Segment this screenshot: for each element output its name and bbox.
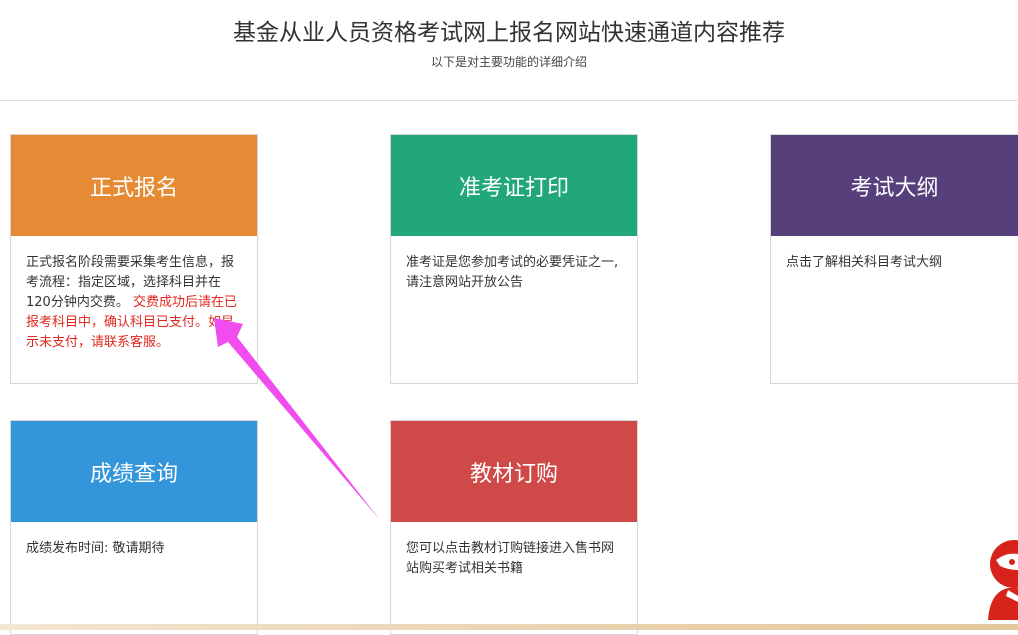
card-description-admission-ticket-print: 准考证是您参加考试的必要凭证之一,请注意网站开放公告 <box>406 255 619 290</box>
card-header-admission-ticket-print[interactable]: 准考证打印 <box>391 135 637 236</box>
card-formal-registration[interactable]: 正式报名 正式报名阶段需要采集考生信息，报考流程：指定区域，选择科目并在120分… <box>10 134 258 384</box>
card-score-inquiry[interactable]: 成绩查询 成绩发布时间: 敬请期待 <box>10 420 258 635</box>
card-title-textbook-order: 教材订购 <box>469 461 558 487</box>
card-title-formal-registration: 正式报名 <box>89 175 178 201</box>
card-admission-ticket-print[interactable]: 准考证打印 准考证是您参加考试的必要凭证之一,请注意网站开放公告 <box>390 134 638 384</box>
card-title-score-inquiry: 成绩查询 <box>89 461 178 487</box>
page-subtitle: 以下是对主要功能的详细介绍 <box>430 55 587 69</box>
card-title-exam-syllabus: 考试大纲 <box>850 175 939 201</box>
customer-service-icon <box>988 540 1018 620</box>
card-description-textbook-order: 您可以点击教材订购链接进入售书网站购买考试相关书籍 <box>406 541 615 576</box>
card-description-formal-registration: 正式报名阶段需要采集考生信息，报考流程：指定区域，选择科目并在120分钟内交费。… <box>11 236 257 353</box>
card-description-score-inquiry: 成绩发布时间: 敬请期待 <box>26 541 165 556</box>
card-header-formal-registration[interactable]: 正式报名 <box>11 135 257 236</box>
card-header-exam-syllabus[interactable]: 考试大纲 <box>771 135 1018 236</box>
page-header: 基金从业人员资格考试网上报名网站快速通道内容推荐 以下是对主要功能的详细介绍 <box>0 0 1018 101</box>
card-exam-syllabus[interactable]: 考试大纲 点击了解相关科目考试大纲 <box>770 134 1018 384</box>
card-textbook-order[interactable]: 教材订购 您可以点击教材订购链接进入售书网站购买考试相关书籍 <box>390 420 638 635</box>
bottom-decorative-strip <box>0 624 1018 630</box>
card-header-score-inquiry[interactable]: 成绩查询 <box>11 421 257 522</box>
card-header-textbook-order[interactable]: 教材订购 <box>391 421 637 522</box>
card-title-admission-ticket-print: 准考证打印 <box>458 175 569 201</box>
card-description-exam-syllabus: 点击了解相关科目考试大纲 <box>786 255 943 270</box>
page-title: 基金从业人员资格考试网上报名网站快速通道内容推荐 <box>233 20 785 46</box>
customer-service-widget[interactable] <box>984 540 1018 620</box>
